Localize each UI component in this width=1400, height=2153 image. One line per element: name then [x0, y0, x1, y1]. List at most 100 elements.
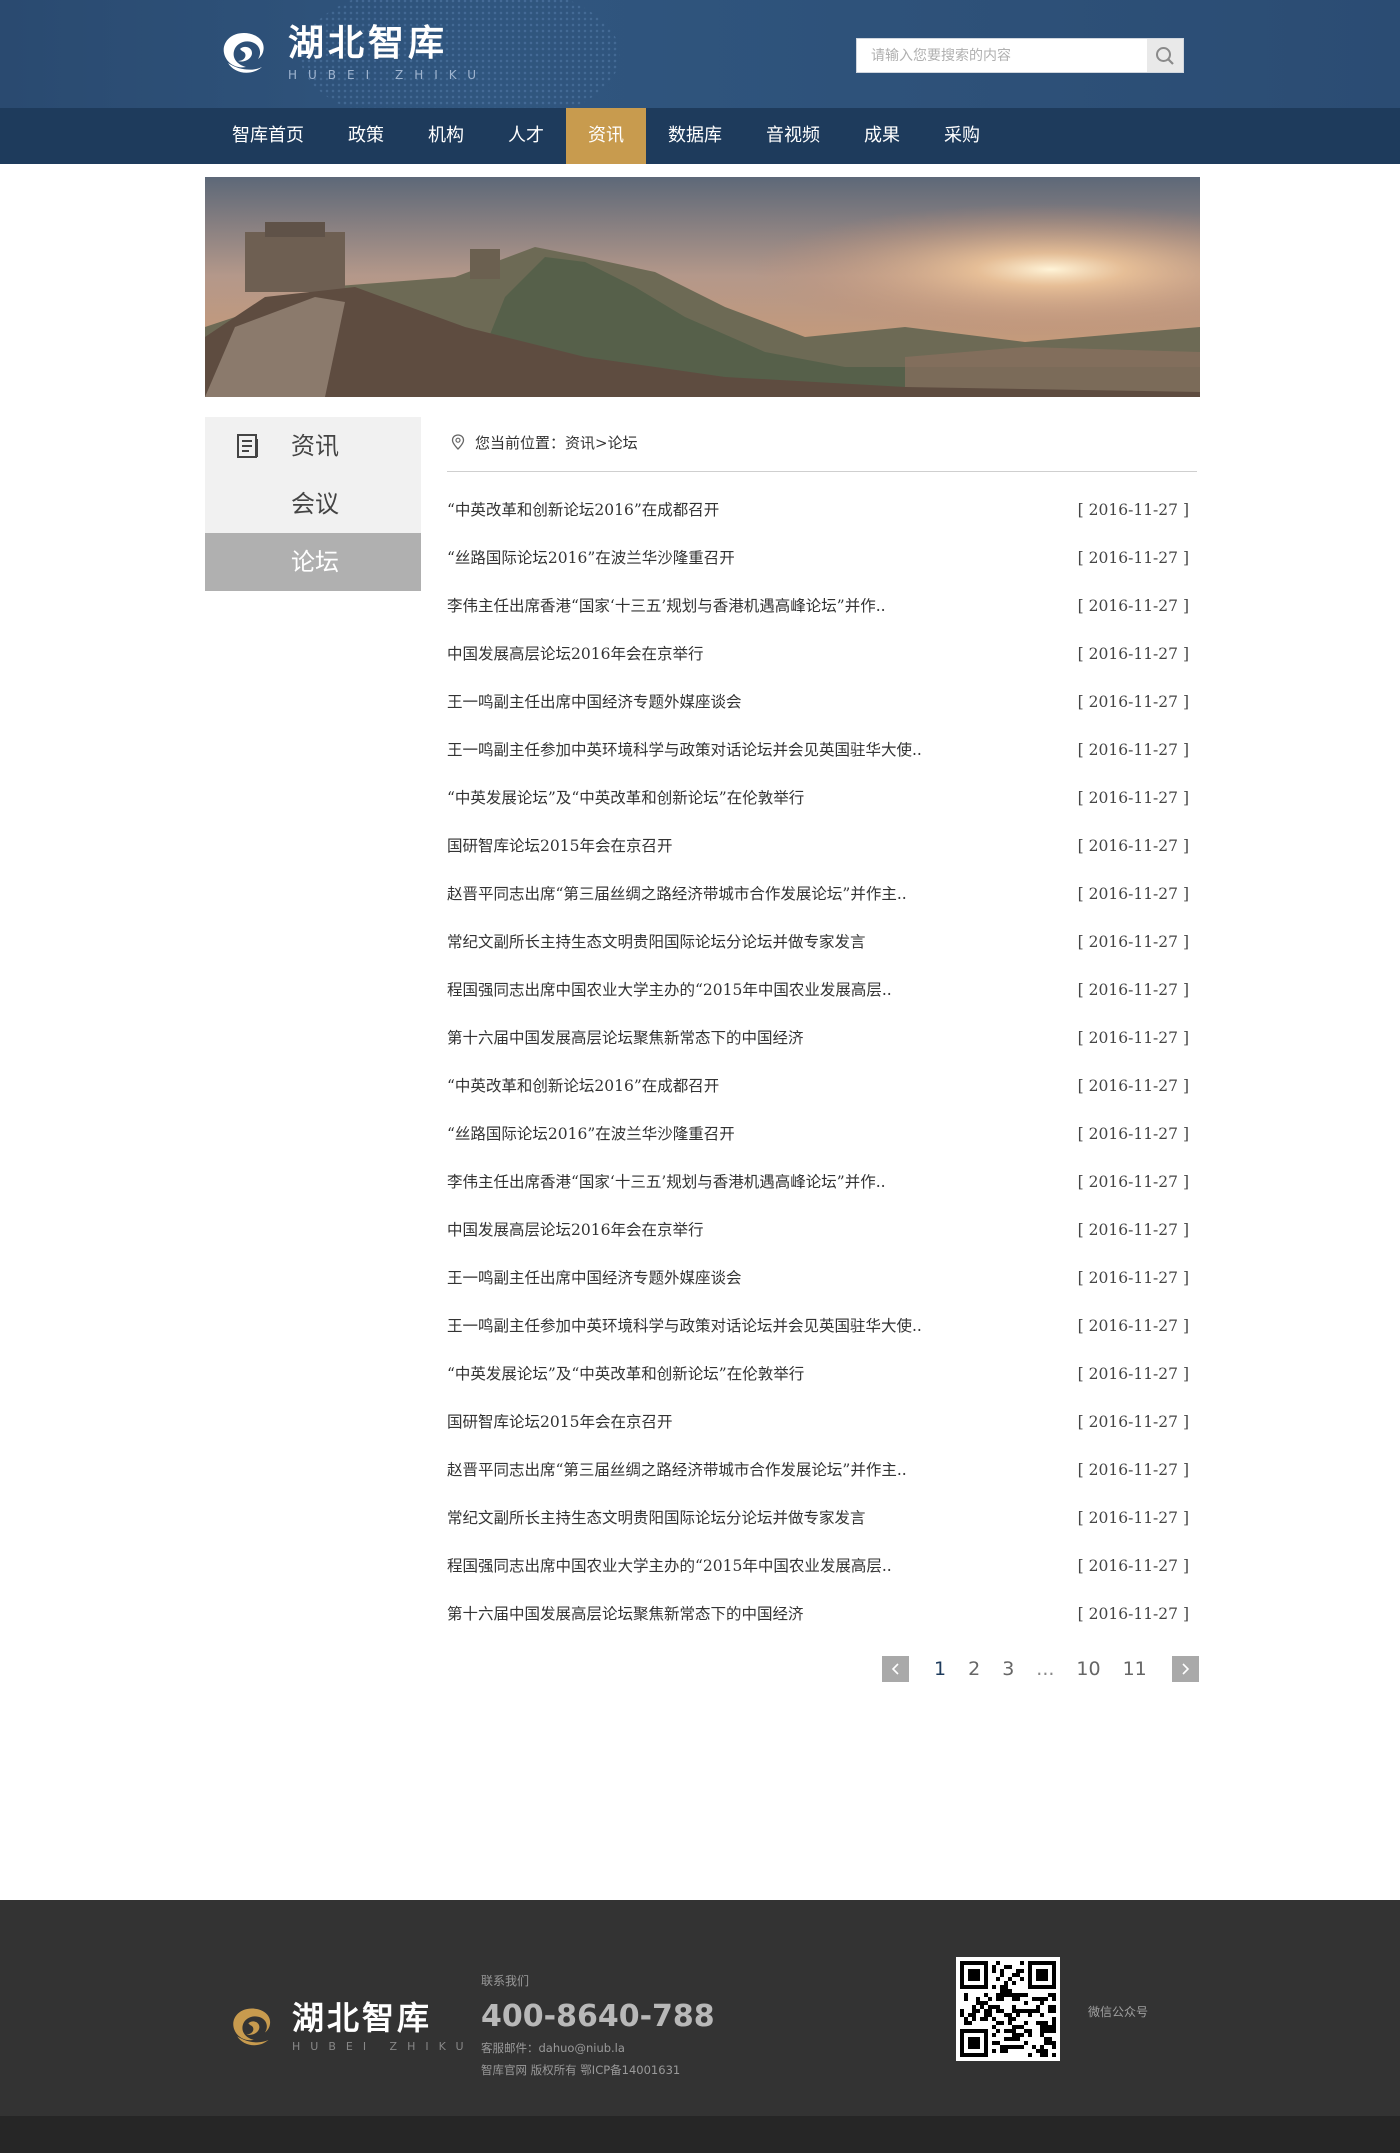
article-date: [ 2016-11-27 ] [1077, 1077, 1189, 1095]
article-title[interactable]: 程国强同志出席中国农业大学主办的“2015年中国农业发展高层.. [447, 1542, 892, 1590]
list-item[interactable]: “中英改革和创新论坛2016”在成都召开 [ 2016-11-27 ] [447, 486, 1197, 534]
list-item[interactable]: 中国发展高层论坛2016年会在京举行 [ 2016-11-27 ] [447, 1206, 1197, 1254]
prev-page-button[interactable] [882, 1656, 909, 1682]
footer-logo[interactable]: 湖北智库 HUBEI ZHIKU [228, 2000, 474, 2053]
nav-item-home[interactable]: 智库首页 [210, 108, 326, 164]
nav-item-results[interactable]: 成果 [842, 108, 922, 164]
sidebar-item-conference[interactable]: 会议 [205, 475, 421, 533]
list-item[interactable]: 国研智库论坛2015年会在京召开 [ 2016-11-27 ] [447, 822, 1197, 870]
nav-item-policy[interactable]: 政策 [326, 108, 406, 164]
contact-phone[interactable]: 400-8640-788 [481, 1999, 715, 2034]
list-item[interactable]: “中英发展论坛”及“中英改革和创新论坛”在伦敦举行 [ 2016-11-27 ] [447, 774, 1197, 822]
list-item[interactable]: 程国强同志出席中国农业大学主办的“2015年中国农业发展高层.. [ 2016-1… [447, 1542, 1197, 1590]
list-item[interactable]: 李伟主任出席香港“国家‘十三五’规划与香港机遇高峰论坛”并作.. [ 2016-1… [447, 1158, 1197, 1206]
list-item[interactable]: “中英发展论坛”及“中英改革和创新论坛”在伦敦举行 [ 2016-11-27 ] [447, 1350, 1197, 1398]
article-title[interactable]: “丝路国际论坛2016”在波兰华沙隆重召开 [447, 1110, 735, 1158]
copyright-text: 智库官网 版权所有 鄂ICP备14001631 [481, 2063, 681, 2077]
document-icon [237, 434, 258, 458]
article-date: [ 2016-11-27 ] [1077, 1173, 1189, 1191]
article-date: [ 2016-11-27 ] [1077, 1413, 1189, 1431]
article-title[interactable]: 常纪文副所长主持生态文明贵阳国际论坛分论坛并做专家发言 [447, 1494, 866, 1542]
list-item[interactable]: 王一鸣副主任出席中国经济专题外媒座谈会 [ 2016-11-27 ] [447, 1254, 1197, 1302]
logo-mark-icon [223, 33, 264, 73]
article-title[interactable]: “中英改革和创新论坛2016”在成都召开 [447, 486, 719, 534]
article-date: [ 2016-11-27 ] [1077, 549, 1189, 567]
page-link[interactable]: 11 [1123, 1658, 1147, 1680]
list-item[interactable]: 第十六届中国发展高层论坛聚焦新常态下的中国经济 [ 2016-11-27 ] [447, 1014, 1197, 1062]
article-date: [ 2016-11-27 ] [1077, 789, 1189, 807]
search-box [856, 38, 1184, 73]
list-item[interactable]: “中英改革和创新论坛2016”在成都召开 [ 2016-11-27 ] [447, 1062, 1197, 1110]
nav-item-database[interactable]: 数据库 [646, 108, 744, 164]
footer-logo-title: 湖北智库 [292, 1999, 433, 2037]
search-button[interactable] [1147, 39, 1183, 72]
article-date: [ 2016-11-27 ] [1077, 1605, 1189, 1623]
site-header: 湖北智库 HUBEI ZHIKU [0, 0, 1400, 108]
list-item[interactable]: 王一鸣副主任出席中国经济专题外媒座谈会 [ 2016-11-27 ] [447, 678, 1197, 726]
nav-item-procurement[interactable]: 采购 [922, 108, 1002, 164]
list-item[interactable]: 李伟主任出席香港“国家‘十三五’规划与香港机遇高峰论坛”并作.. [ 2016-1… [447, 582, 1197, 630]
article-date: [ 2016-11-27 ] [1077, 1125, 1189, 1143]
page-link[interactable]: 2 [968, 1658, 980, 1680]
list-item[interactable]: 赵晋平同志出席“第三届丝绸之路经济带城市合作发展论坛”并作主.. [ 2016-1… [447, 870, 1197, 918]
article-date: [ 2016-11-27 ] [1077, 1269, 1189, 1287]
article-title[interactable]: 赵晋平同志出席“第三届丝绸之路经济带城市合作发展论坛”并作主.. [447, 1446, 907, 1494]
list-item[interactable]: 国研智库论坛2015年会在京召开 [ 2016-11-27 ] [447, 1398, 1197, 1446]
article-title[interactable]: “中英改革和创新论坛2016”在成都召开 [447, 1062, 719, 1110]
contact-label: 联系我们 [481, 1974, 530, 1988]
search-input[interactable] [857, 39, 1147, 72]
page-link[interactable]: 3 [1002, 1658, 1014, 1680]
article-title[interactable]: 第十六届中国发展高层论坛聚焦新常态下的中国经济 [447, 1590, 804, 1638]
list-item[interactable]: 王一鸣副主任参加中英环境科学与政策对话论坛并会见英国驻华大使.. [ 2016-1… [447, 726, 1197, 774]
page-link[interactable]: 10 [1076, 1658, 1100, 1680]
article-title[interactable]: 王一鸣副主任出席中国经济专题外媒座谈会 [447, 1254, 742, 1302]
list-item[interactable]: 中国发展高层论坛2016年会在京举行 [ 2016-11-27 ] [447, 630, 1197, 678]
breadcrumb: 您当前位置：资讯>论坛 [447, 430, 1197, 472]
list-item[interactable]: 王一鸣副主任参加中英环境科学与政策对话论坛并会见英国驻华大使.. [ 2016-1… [447, 1302, 1197, 1350]
article-title[interactable]: “中英发展论坛”及“中英改革和创新论坛”在伦敦举行 [447, 1350, 804, 1398]
contact-email[interactable]: 客服邮件：dahuo@niub.la [481, 2040, 715, 2056]
footer-bottom-bar [0, 2116, 1400, 2153]
nav-item-media[interactable]: 音视频 [744, 108, 842, 164]
article-date: [ 2016-11-27 ] [1077, 645, 1189, 663]
list-item[interactable]: 赵晋平同志出席“第三届丝绸之路经济带城市合作发展论坛”并作主.. [ 2016-1… [447, 1446, 1197, 1494]
article-title[interactable]: “中英发展论坛”及“中英改革和创新论坛”在伦敦举行 [447, 774, 804, 822]
next-page-button[interactable] [1171, 1656, 1199, 1682]
breadcrumb-text: 您当前位置：资讯>论坛 [475, 434, 638, 452]
article-title[interactable]: 第十六届中国发展高层论坛聚焦新常态下的中国经济 [447, 1014, 804, 1062]
logo-mark-icon [233, 2008, 271, 2045]
list-item[interactable]: 第十六届中国发展高层论坛聚焦新常态下的中国经济 [ 2016-11-27 ] [447, 1590, 1197, 1638]
footer-logo-subtitle: HUBEI ZHIKU [292, 2040, 474, 2053]
nav-item-institutions[interactable]: 机构 [406, 108, 486, 164]
sidebar-item-forum[interactable]: 论坛 [205, 533, 421, 591]
article-date: [ 2016-11-27 ] [1077, 1461, 1189, 1479]
article-title[interactable]: 常纪文副所长主持生态文明贵阳国际论坛分论坛并做专家发言 [447, 918, 866, 966]
sidebar-item-news[interactable]: 资讯 [205, 417, 421, 475]
page-link[interactable]: 1 [934, 1658, 946, 1680]
list-item[interactable]: 程国强同志出席中国农业大学主办的“2015年中国农业发展高层.. [ 2016-1… [447, 966, 1197, 1014]
article-title[interactable]: 中国发展高层论坛2016年会在京举行 [447, 630, 703, 678]
pagination-ellipsis: ... [1036, 1658, 1055, 1680]
article-title[interactable]: 国研智库论坛2015年会在京召开 [447, 822, 672, 870]
list-item[interactable]: “丝路国际论坛2016”在波兰华沙隆重召开 [ 2016-11-27 ] [447, 1110, 1197, 1158]
article-title[interactable]: 王一鸣副主任参加中英环境科学与政策对话论坛并会见英国驻华大使.. [447, 1302, 922, 1350]
article-title[interactable]: 王一鸣副主任参加中英环境科学与政策对话论坛并会见英国驻华大使.. [447, 726, 922, 774]
article-title[interactable]: 中国发展高层论坛2016年会在京举行 [447, 1206, 703, 1254]
list-item[interactable]: 常纪文副所长主持生态文明贵阳国际论坛分论坛并做专家发言 [ 2016-11-27 … [447, 1494, 1197, 1542]
nav-item-talent[interactable]: 人才 [486, 108, 566, 164]
article-title[interactable]: 王一鸣副主任出席中国经济专题外媒座谈会 [447, 678, 742, 726]
article-date: [ 2016-11-27 ] [1077, 1317, 1189, 1335]
article-title[interactable]: 赵晋平同志出席“第三届丝绸之路经济带城市合作发展论坛”并作主.. [447, 870, 907, 918]
article-title[interactable]: 李伟主任出席香港“国家‘十三五’规划与香港机遇高峰论坛”并作.. [447, 582, 886, 630]
list-item[interactable]: 常纪文副所长主持生态文明贵阳国际论坛分论坛并做专家发言 [ 2016-11-27 … [447, 918, 1197, 966]
banner-illustration [205, 177, 1200, 397]
article-date: [ 2016-11-27 ] [1077, 837, 1189, 855]
article-title[interactable]: 国研智库论坛2015年会在京召开 [447, 1398, 672, 1446]
article-title[interactable]: “丝路国际论坛2016”在波兰华沙隆重召开 [447, 534, 735, 582]
list-item[interactable]: “丝路国际论坛2016”在波兰华沙隆重召开 [ 2016-11-27 ] [447, 534, 1197, 582]
site-logo[interactable]: 湖北智库 HUBEI ZHIKU [218, 24, 487, 82]
article-title[interactable]: 程国强同志出席中国农业大学主办的“2015年中国农业发展高层.. [447, 966, 892, 1014]
nav-item-news[interactable]: 资讯 [566, 108, 646, 164]
article-title[interactable]: 李伟主任出席香港“国家‘十三五’规划与香港机遇高峰论坛”并作.. [447, 1158, 886, 1206]
wechat-qr-code [956, 1957, 1060, 2061]
